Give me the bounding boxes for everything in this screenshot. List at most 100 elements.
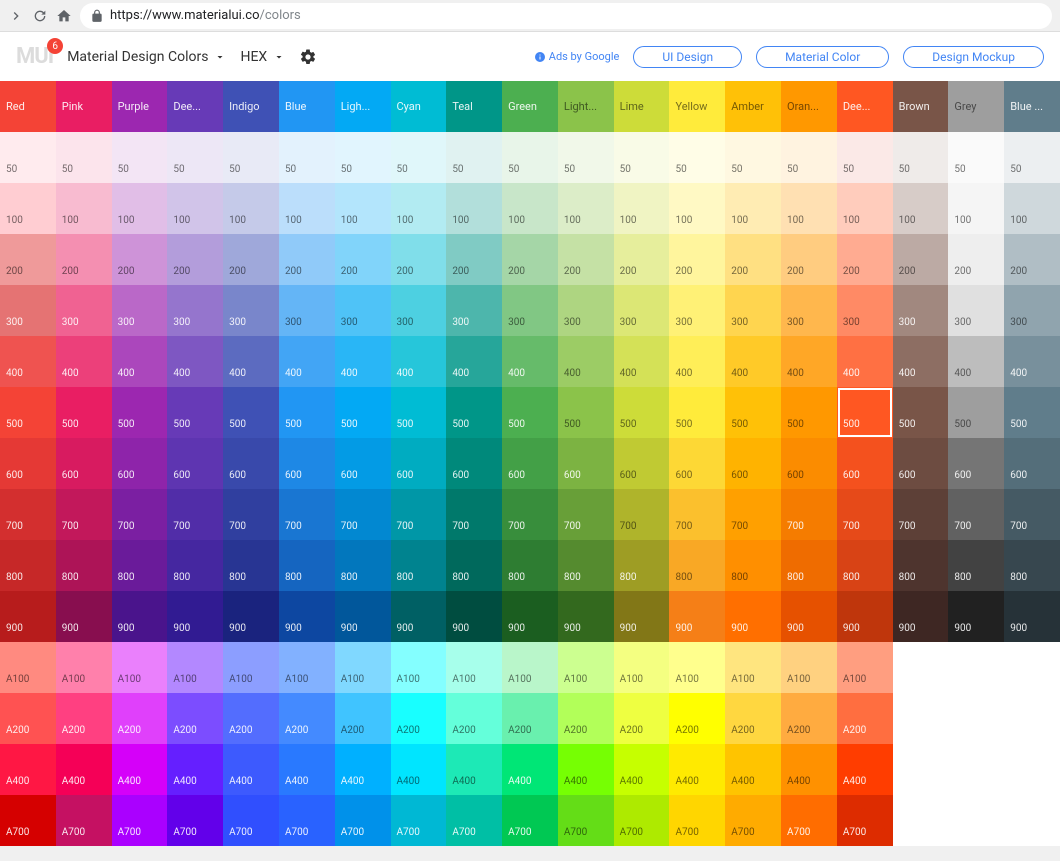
color-header-teal[interactable]: Teal — [446, 81, 502, 132]
swatch-purple-700[interactable]: 700 — [112, 489, 168, 540]
swatch-blue-grey-500[interactable]: 500 — [1004, 387, 1060, 438]
swatch-yellow-500[interactable]: 500 — [669, 387, 725, 438]
color-header-green[interactable]: Green — [502, 81, 558, 132]
swatch-lime-A400[interactable]: A400 — [614, 744, 670, 795]
color-header-amber[interactable]: Amber — [725, 81, 781, 132]
swatch-lime-A200[interactable]: A200 — [614, 693, 670, 744]
swatch-light-blue-A700[interactable]: A700 — [335, 795, 391, 846]
swatch-deep-purple-700[interactable]: 700 — [167, 489, 223, 540]
swatch-yellow-100[interactable]: 100 — [669, 183, 725, 234]
swatch-yellow-200[interactable]: 200 — [669, 234, 725, 285]
swatch-teal-600[interactable]: 600 — [446, 438, 502, 489]
swatch-light-green-400[interactable]: 400 — [558, 336, 614, 387]
swatch-pink-300[interactable]: 300 — [56, 285, 112, 336]
swatch-light-blue-A100[interactable]: A100 — [335, 642, 391, 693]
swatch-orange-50[interactable]: 50 — [781, 132, 837, 183]
swatch-blue-grey-700[interactable]: 700 — [1004, 489, 1060, 540]
swatch-light-green-A200[interactable]: A200 — [558, 693, 614, 744]
swatch-purple-A700[interactable]: A700 — [112, 795, 168, 846]
swatch-cyan-A100[interactable]: A100 — [391, 642, 447, 693]
swatch-deep-orange-400[interactable]: 400 — [837, 336, 893, 387]
format-dropdown[interactable]: HEX — [240, 49, 285, 65]
swatch-purple-100[interactable]: 100 — [112, 183, 168, 234]
swatch-red-100[interactable]: 100 — [0, 183, 56, 234]
swatch-deep-orange-A400[interactable]: A400 — [837, 744, 893, 795]
swatch-amber-50[interactable]: 50 — [725, 132, 781, 183]
swatch-cyan-A700[interactable]: A700 — [391, 795, 447, 846]
swatch-orange-500[interactable]: 500 — [781, 387, 837, 438]
swatch-pink-700[interactable]: 700 — [56, 489, 112, 540]
swatch-pink-500[interactable]: 500 — [56, 387, 112, 438]
swatch-light-green-200[interactable]: 200 — [558, 234, 614, 285]
swatch-blue-grey-200[interactable]: 200 — [1004, 234, 1060, 285]
swatch-grey-600[interactable]: 600 — [948, 438, 1004, 489]
swatch-cyan-900[interactable]: 900 — [391, 591, 447, 642]
color-header-orange[interactable]: Oran... — [781, 81, 837, 132]
swatch-deep-purple-500[interactable]: 500 — [167, 387, 223, 438]
swatch-grey-500[interactable]: 500 — [948, 387, 1004, 438]
swatch-amber-A100[interactable]: A100 — [725, 642, 781, 693]
swatch-purple-300[interactable]: 300 — [112, 285, 168, 336]
swatch-orange-400[interactable]: 400 — [781, 336, 837, 387]
swatch-brown-200[interactable]: 200 — [893, 234, 949, 285]
swatch-teal-A200[interactable]: A200 — [446, 693, 502, 744]
swatch-red-200[interactable]: 200 — [0, 234, 56, 285]
swatch-lime-100[interactable]: 100 — [614, 183, 670, 234]
swatch-cyan-500[interactable]: 500 — [391, 387, 447, 438]
swatch-blue-100[interactable]: 100 — [279, 183, 335, 234]
swatch-grey-700[interactable]: 700 — [948, 489, 1004, 540]
swatch-lime-A700[interactable]: A700 — [614, 795, 670, 846]
swatch-indigo-700[interactable]: 700 — [223, 489, 279, 540]
swatch-red-900[interactable]: 900 — [0, 591, 56, 642]
swatch-red-300[interactable]: 300 — [0, 285, 56, 336]
swatch-blue-700[interactable]: 700 — [279, 489, 335, 540]
swatch-light-green-100[interactable]: 100 — [558, 183, 614, 234]
swatch-cyan-700[interactable]: 700 — [391, 489, 447, 540]
swatch-grey-300[interactable]: 300 — [948, 285, 1004, 336]
swatch-amber-900[interactable]: 900 — [725, 591, 781, 642]
swatch-lime-50[interactable]: 50 — [614, 132, 670, 183]
swatch-teal-800[interactable]: 800 — [446, 540, 502, 591]
swatch-pink-200[interactable]: 200 — [56, 234, 112, 285]
swatch-purple-A200[interactable]: A200 — [112, 693, 168, 744]
swatch-lime-900[interactable]: 900 — [614, 591, 670, 642]
swatch-cyan-100[interactable]: 100 — [391, 183, 447, 234]
swatch-light-green-A700[interactable]: A700 — [558, 795, 614, 846]
swatch-indigo-300[interactable]: 300 — [223, 285, 279, 336]
swatch-lime-300[interactable]: 300 — [614, 285, 670, 336]
swatch-brown-600[interactable]: 600 — [893, 438, 949, 489]
swatch-light-green-50[interactable]: 50 — [558, 132, 614, 183]
swatch-brown-300[interactable]: 300 — [893, 285, 949, 336]
swatch-purple-A400[interactable]: A400 — [112, 744, 168, 795]
swatch-cyan-50[interactable]: 50 — [391, 132, 447, 183]
swatch-red-400[interactable]: 400 — [0, 336, 56, 387]
swatch-deep-orange-300[interactable]: 300 — [837, 285, 893, 336]
color-header-blue[interactable]: Blue — [279, 81, 335, 132]
swatch-teal-50[interactable]: 50 — [446, 132, 502, 183]
swatch-green-A200[interactable]: A200 — [502, 693, 558, 744]
swatch-blue-grey-400[interactable]: 400 — [1004, 336, 1060, 387]
swatch-indigo-800[interactable]: 800 — [223, 540, 279, 591]
logo[interactable]: MUI 6 — [16, 44, 53, 69]
swatch-lime-A100[interactable]: A100 — [614, 642, 670, 693]
swatch-deep-orange-500[interactable]: 500 — [837, 387, 893, 438]
swatch-purple-800[interactable]: 800 — [112, 540, 168, 591]
color-header-light-green[interactable]: Light... — [558, 81, 614, 132]
swatch-deep-purple-200[interactable]: 200 — [167, 234, 223, 285]
swatch-lime-600[interactable]: 600 — [614, 438, 670, 489]
swatch-deep-orange-700[interactable]: 700 — [837, 489, 893, 540]
swatch-amber-400[interactable]: 400 — [725, 336, 781, 387]
swatch-green-900[interactable]: 900 — [502, 591, 558, 642]
swatch-pink-900[interactable]: 900 — [56, 591, 112, 642]
swatch-purple-200[interactable]: 200 — [112, 234, 168, 285]
swatch-green-400[interactable]: 400 — [502, 336, 558, 387]
swatch-orange-800[interactable]: 800 — [781, 540, 837, 591]
swatch-yellow-A400[interactable]: A400 — [669, 744, 725, 795]
swatch-indigo-200[interactable]: 200 — [223, 234, 279, 285]
swatch-lime-700[interactable]: 700 — [614, 489, 670, 540]
swatch-deep-orange-100[interactable]: 100 — [837, 183, 893, 234]
swatch-pink-600[interactable]: 600 — [56, 438, 112, 489]
swatch-purple-A100[interactable]: A100 — [112, 642, 168, 693]
swatch-red-800[interactable]: 800 — [0, 540, 56, 591]
home-icon[interactable] — [56, 8, 72, 24]
